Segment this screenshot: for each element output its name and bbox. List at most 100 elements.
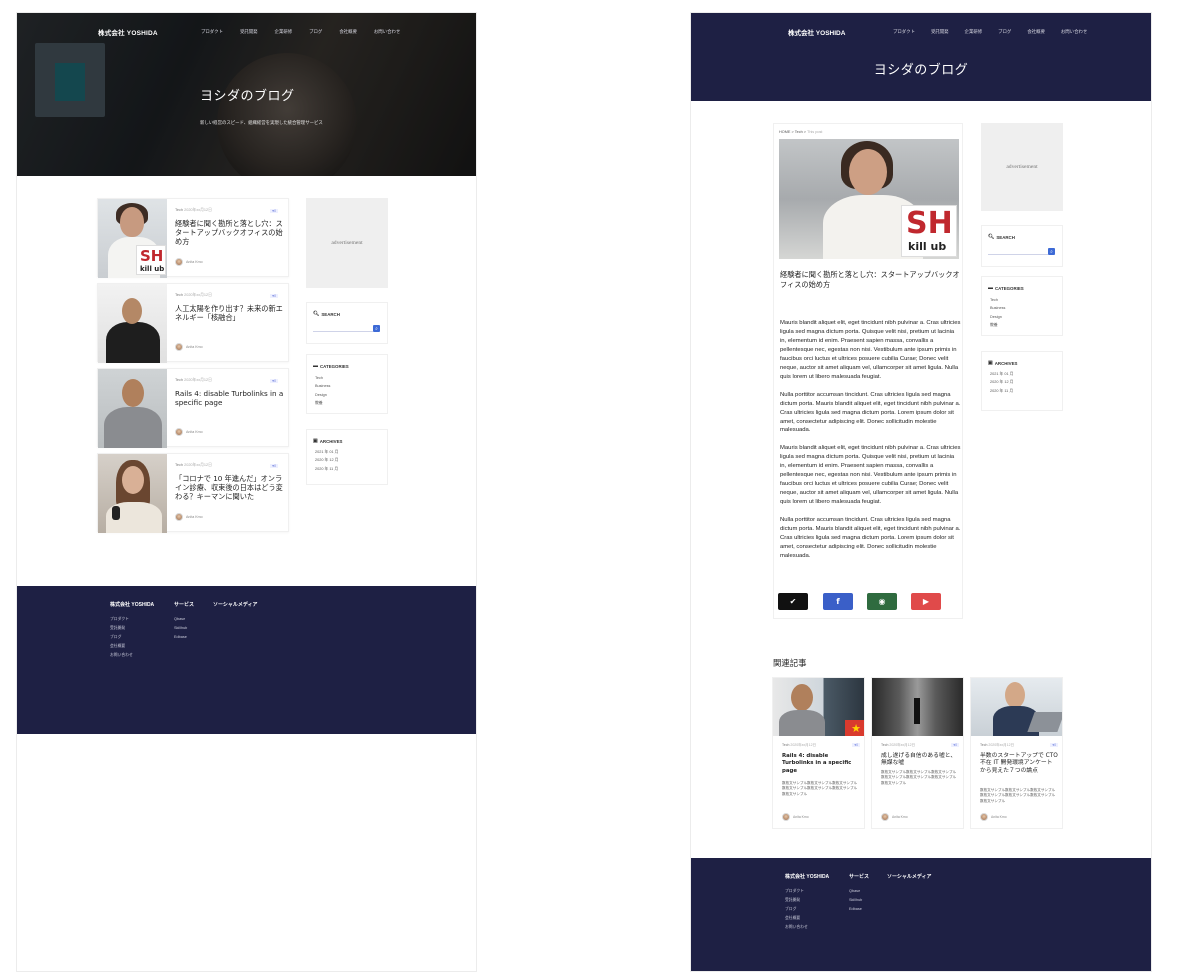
category-link[interactable]: Business [990,304,1005,312]
related-post-title[interactable]: Rails 4: disable Turbolinks in a specifi… [782,753,860,775]
search-input[interactable] [313,325,373,332]
footer-link[interactable]: プロダクト [785,887,808,896]
breadcrumb-home[interactable]: HOME [779,130,790,134]
nav-item-training[interactable]: 企業研修 [275,29,293,35]
footer-link[interactable]: プロダクト [110,615,133,624]
post-category[interactable]: Tech [175,208,183,212]
nav-item-blog[interactable]: ブログ [998,29,1011,35]
advertisement[interactable]: advertisement [306,198,388,288]
archive-link[interactable]: 2020 年 11 月 [315,465,338,473]
post-title[interactable]: Rails 4: disable Turbolinks in a specifi… [175,389,285,407]
footer-social-title: ソーシャルメディア [213,602,258,608]
share-facebook-button[interactable]: f [823,593,853,610]
archive-link[interactable]: 2020 年 11 月 [990,387,1013,395]
post-title[interactable]: 人工太陽を作り出す？未来の新エネルギー「核融合」 [175,304,285,322]
blog-index-page: 株式会社 YOSHIDA プロダクト 受託開発 企業研修 ブログ 会社概要 お問… [16,12,477,972]
nav-item-training[interactable]: 企業研修 [965,29,983,35]
post-category[interactable]: Tech [175,378,183,382]
post-category[interactable]: Tech [175,463,183,467]
footer-link[interactable]: 会社概要 [785,914,808,923]
nav-item-product[interactable]: プロダクト [201,29,223,35]
footer-link[interactable]: ブログ [110,633,133,642]
article-paragraph: Nulla porttitor accumsan tincidunt. Cras… [780,517,961,559]
footer-brand[interactable]: 株式会社 YOSHIDA [785,873,829,880]
breadcrumb: HOME > Tech > This post [779,130,823,134]
category-link[interactable]: Design [990,313,1005,321]
nav-item-blog[interactable]: ブログ [309,29,322,35]
related-posts-title: 関連記事 [773,658,807,668]
archive-link[interactable]: 2021 年 01 月 [990,370,1013,378]
page-header: 株式会社 YOSHIDA プロダクト 受託開発 企業研修 ブログ 会社概要 お問… [691,13,1151,101]
related-post-title[interactable]: 成し遂げる自信のある嘘と、無謀な嘘 [881,753,959,768]
nav-item-company[interactable]: 会社概要 [339,29,357,35]
footer-link[interactable]: 受託開発 [110,624,133,633]
footer-services-title: サービス [849,874,870,880]
advertisement[interactable]: advertisement [981,123,1063,211]
site-brand[interactable]: 株式会社 YOSHIDA [788,27,845,37]
nav-item-product[interactable]: プロダクト [893,29,915,35]
related-post-card[interactable]: Tech 2020年xx月12日 ♥0 半数のスタートアップで CTO 不在 I… [970,677,1063,829]
post-title[interactable]: 「コロナで 10 年進んだ」オンライン診療、収束後の日本はどう変わる？キーマンに… [175,474,285,501]
category-link[interactable]: Tech [315,374,330,382]
footer-link[interactable]: 受託開発 [785,896,808,905]
avatar [175,428,183,436]
folder-icon: ▬ [988,285,993,291]
archive-icon: ▣ [988,360,993,366]
archive-link[interactable]: 2021 年 01 月 [315,448,338,456]
footer-link[interactable]: Skillhub [174,624,187,633]
footer-services-title: サービス [174,602,195,608]
podcast-icon: ◉ [878,597,886,606]
article: HOME > Tech > This post SH kill ub 経験者に聞… [773,123,963,619]
share-podcast-button[interactable]: ◉ [867,593,897,610]
post-card[interactable]: Tech 2020年xx月12日 ♥0 「コロナで 10 年進んだ」オンライン診… [97,453,289,533]
archive-link[interactable]: 2020 年 12 月 [315,456,338,464]
footer-link[interactable]: 会社概要 [110,642,133,651]
related-post-card[interactable]: Tech 2020年xx月12日 ♥0 成し遂げる自信のある嘘と、無謀な嘘 数枚… [871,677,964,829]
post-card[interactable]: SH kill ub Tech 2020年xx月12日 ♥0 経験者に聞く勘所と… [97,198,289,278]
hero-subtitle: 新しい経営のスピード、組織経営を実現した統合管理サービス [200,120,323,125]
blog-post-page: 株式会社 YOSHIDA プロダクト 受託開発 企業研修 ブログ 会社概要 お問… [690,12,1152,972]
footer-link[interactable]: Skillhub [849,896,862,905]
category-link[interactable]: 教養 [315,399,330,407]
share-twitter-button[interactable]: ✔︎ [778,593,808,610]
nav-item-contact[interactable]: お問い合わせ [374,29,400,35]
category-link[interactable]: Business [315,382,330,390]
category-link[interactable]: Design [315,391,330,399]
post-category[interactable]: Tech [175,293,183,297]
breadcrumb-current: This post [807,130,823,134]
nav-item-contact[interactable]: お問い合わせ [1061,29,1087,35]
footer-brand[interactable]: 株式会社 YOSHIDA [110,601,154,608]
related-post-thumbnail [971,678,1062,736]
post-date: 2020年xx月12日 [184,378,212,382]
share-youtube-button[interactable]: ▶︎ [911,593,941,610]
search-input[interactable] [988,248,1048,255]
search-button[interactable]: ⌕ [373,325,380,332]
footer-link[interactable]: Edbase [849,905,862,914]
related-post-card[interactable]: ★ Tech 2020年xx月12日 ♥0 Rails 4: disable T… [772,677,865,829]
post-card[interactable]: Tech 2020年xx月12日 ♥0 Rails 4: disable Tur… [97,368,289,448]
footer-link[interactable]: Qbase [174,615,187,624]
related-post-title[interactable]: 半数のスタートアップで CTO 不在 IT 開発環境アンケートから見えた７つの論… [980,753,1058,775]
search-button[interactable]: ⌕ [1048,248,1055,255]
archive-link[interactable]: 2020 年 12 月 [990,378,1013,386]
footer-link[interactable]: Edbase [174,633,187,642]
category-link[interactable]: Tech [990,296,1005,304]
category-link[interactable]: 教養 [990,321,1005,329]
site-brand[interactable]: 株式会社 YOSHIDA [98,27,158,37]
related-post-thumbnail: ★ [773,678,864,736]
avatar [175,513,183,521]
avatar [175,258,183,266]
nav-item-contract-dev[interactable]: 受託開発 [931,29,949,35]
footer-link[interactable]: Qbase [849,887,862,896]
skillhub-logo: SH kill ub [136,245,166,275]
avatar [881,813,889,821]
categories-widget: ▬ CATEGORIES Tech Business Design 教養 [981,276,1063,336]
footer-link[interactable]: ブログ [785,905,808,914]
nav-item-company[interactable]: 会社概要 [1027,29,1045,35]
footer-link[interactable]: お問い合わせ [110,651,133,660]
post-title[interactable]: 経験者に聞く勘所と落とし穴：スタートアップバックオフィスの始め方 [175,219,285,246]
post-card[interactable]: Tech 2020年xx月12日 ♥0 人工太陽を作り出す？未来の新エネルギー「… [97,283,289,363]
breadcrumb-category[interactable]: Tech [795,130,803,134]
footer-link[interactable]: お問い合わせ [785,923,808,932]
nav-item-contract-dev[interactable]: 受託開発 [240,29,258,35]
